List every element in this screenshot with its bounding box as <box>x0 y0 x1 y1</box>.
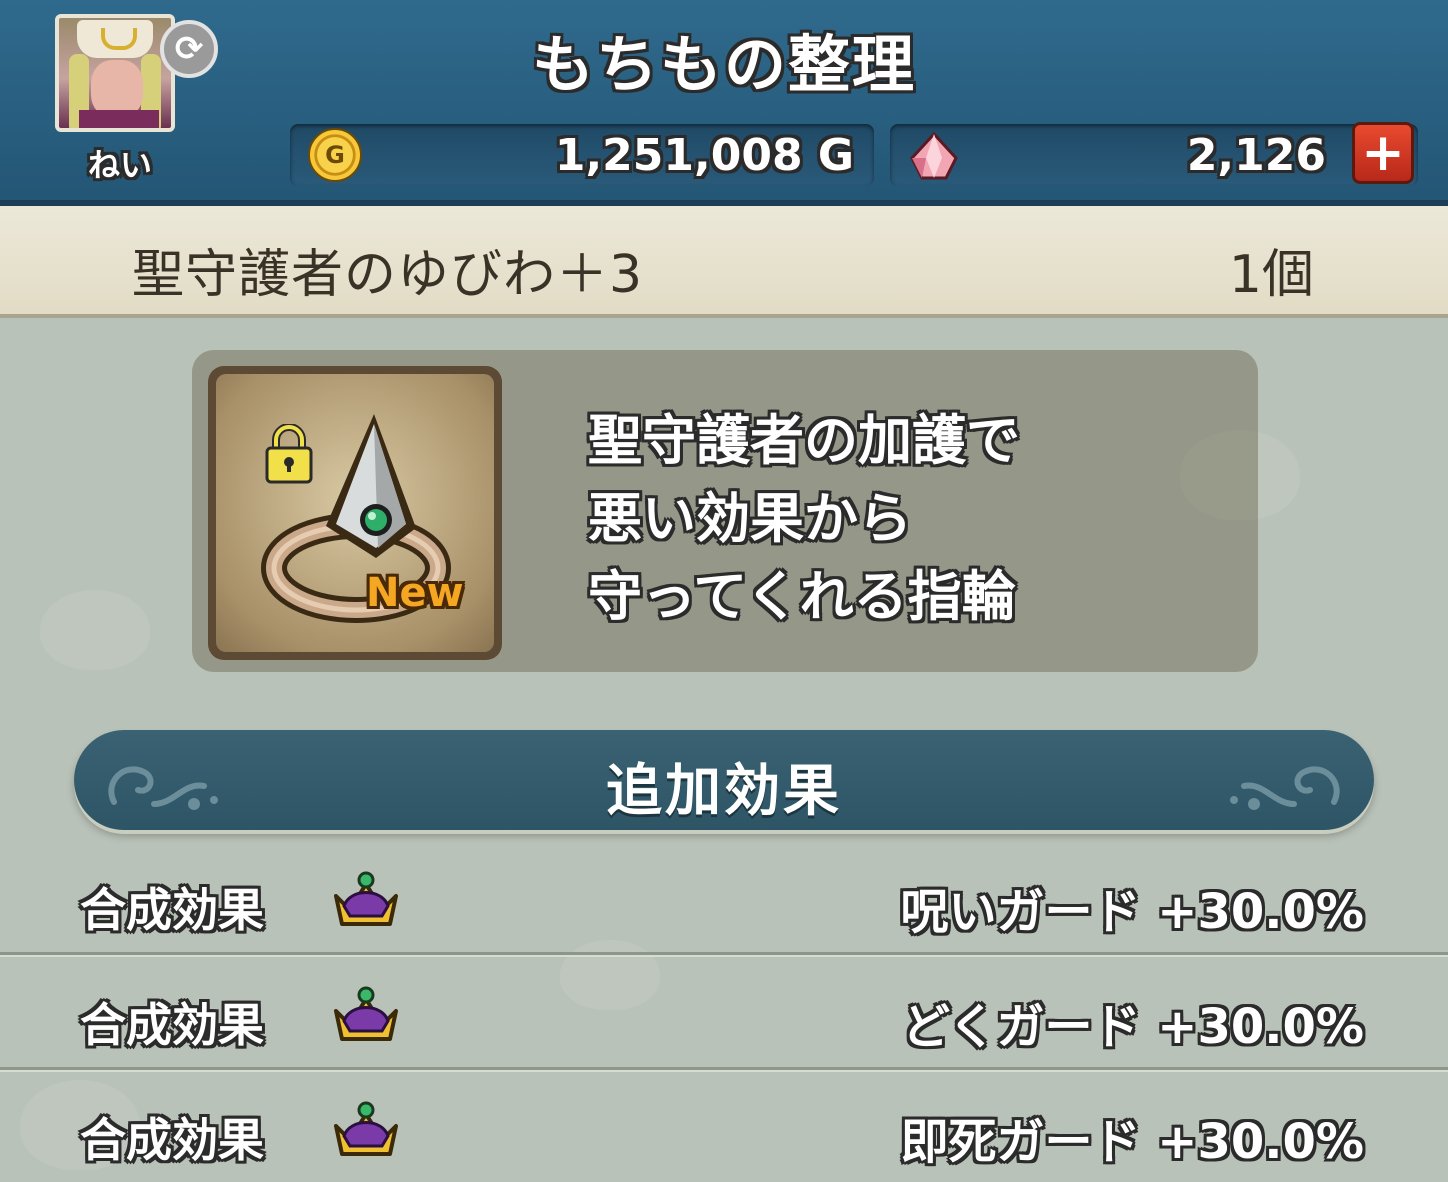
add-gems-button[interactable]: + <box>1352 122 1414 184</box>
gem-icon <box>910 132 958 180</box>
item-count: 1個 <box>1228 245 1314 305</box>
item-icon-frame[interactable]: New <box>208 366 502 660</box>
section-title: 追加効果 <box>606 759 842 824</box>
effect-value: 呪いガード +30.0% <box>900 884 1364 940</box>
item-description: 聖守護者の加護で 悪い効果から 守ってくれる指輪 <box>588 402 1228 636</box>
crown-icon <box>334 1101 398 1156</box>
effect-value: 即死ガード +30.0% <box>900 1114 1364 1170</box>
background-slime-decoration <box>40 590 150 670</box>
page-title: もちもの整理 <box>531 28 916 101</box>
item-name-bar: 聖守護者のゆびわ＋3 1個 <box>0 206 1448 318</box>
lock-icon <box>265 424 313 484</box>
effect-type: 合成効果 <box>80 883 264 937</box>
gold-coin-icon: G <box>308 128 362 182</box>
top-header: もちもの整理 ⟳ ねい G 1,251,008 G 2,126 + <box>0 0 1448 206</box>
effects-list: 合成効果 呪いガード +30.0% 合成効果 どくガード +30.0% 合成効果… <box>0 840 1448 1182</box>
crown-icon <box>334 986 398 1041</box>
description-line: 悪い効果から <box>588 487 912 550</box>
new-badge: New <box>366 570 464 616</box>
gold-counter: G 1,251,008 G <box>290 124 874 186</box>
username: ねい <box>87 146 152 184</box>
ornament-swirl-icon <box>1230 766 1340 810</box>
refresh-icon[interactable]: ⟳ <box>160 20 218 78</box>
effect-value: どくガード +30.0% <box>901 999 1364 1055</box>
effect-row: 合成効果 どくガード +30.0% <box>0 955 1448 1070</box>
effect-row: 合成効果 呪いガード +30.0% <box>0 840 1448 955</box>
item-name: 聖守護者のゆびわ＋3 <box>132 245 644 305</box>
player-avatar[interactable] <box>55 14 175 132</box>
gem-value: 2,126 <box>1186 130 1326 181</box>
description-line: 守ってくれる指輪 <box>588 565 1016 628</box>
gem-counter: 2,126 + <box>890 122 1418 186</box>
effect-type: 合成効果 <box>80 1113 264 1167</box>
additional-effects-header: 追加効果 <box>74 730 1374 830</box>
gold-value: 1,251,008 G <box>554 130 854 181</box>
description-line: 聖守護者の加護で <box>588 409 1020 472</box>
effect-row: 合成効果 即死ガード +30.0% <box>0 1070 1448 1182</box>
crown-icon <box>334 871 398 926</box>
effect-type: 合成効果 <box>80 998 264 1052</box>
